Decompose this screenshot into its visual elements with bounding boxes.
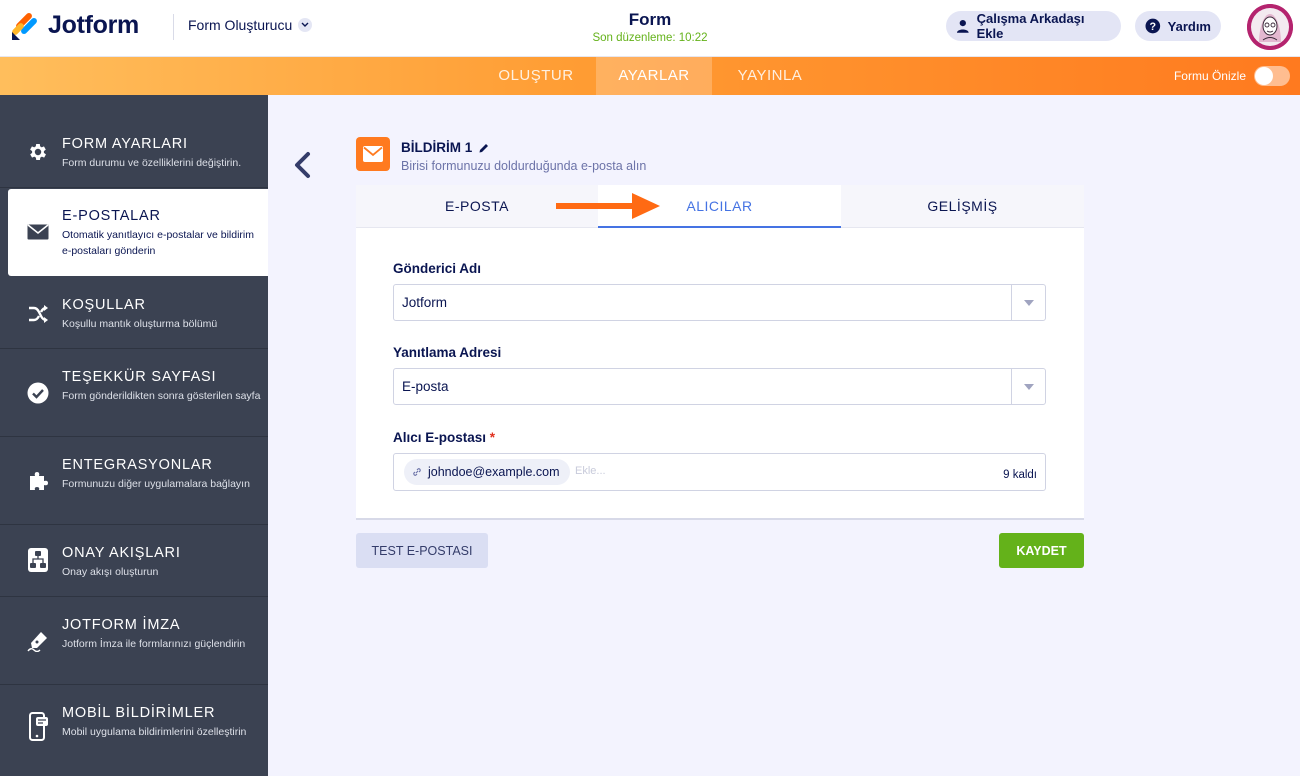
envelope-icon	[26, 220, 50, 244]
tab-advanced[interactable]: GELİŞMİŞ	[841, 185, 1084, 228]
sidebar-item-title: JOTFORM İMZA	[62, 617, 181, 633]
link-icon	[413, 468, 421, 476]
sidebar-item-title: ENTEGRASYONLAR	[62, 457, 213, 473]
shuffle-icon	[26, 302, 50, 326]
nav-tab-settings[interactable]: AYARLAR	[596, 57, 712, 95]
recipient-email-label: Alıcı E-postası *	[393, 430, 495, 445]
form-title: Form	[628, 10, 672, 29]
sidebar-item-title: MOBİL BİLDİRİMLER	[62, 705, 216, 721]
sidebar-item-desc: Form durumu ve özelliklerini değiştirin.	[62, 157, 242, 169]
add-collaborator-button[interactable]: Çalışma Arkadaşı Ekle	[946, 11, 1121, 41]
notification-title-text: BİLDİRİM 1	[401, 140, 473, 155]
sidebar-item-conditions[interactable]: KOŞULLAR Koşullu mantık oluşturma bölümü	[0, 276, 268, 349]
sidebar-item-desc: Onay akışı oluşturun	[62, 566, 159, 578]
notification-envelope-icon	[356, 137, 390, 171]
builder-navbar: OLUŞTUR AYARLAR YAYINLA Formu Önizle	[0, 57, 1300, 95]
back-button[interactable]	[290, 150, 314, 180]
recipient-email-tag-input[interactable]: johndoe@example.com Ekle... 9 kaldı	[393, 453, 1046, 491]
svg-text:?: ?	[1150, 21, 1157, 33]
email-tabs: E-POSTA ALICILAR GELİŞMİŞ	[356, 185, 1084, 228]
notification-title[interactable]: BİLDİRİM 1	[401, 140, 490, 155]
required-asterisk: *	[489, 430, 496, 445]
notification-subtitle: Birisi formunuzu doldurduğunda e-posta a…	[401, 159, 647, 173]
add-email-placeholder: Ekle...	[575, 465, 606, 477]
sidebar-item-mobile-notifications[interactable]: MOBİL BİLDİRİMLER Mobil uygulama bildiri…	[0, 685, 268, 776]
header-divider	[173, 14, 174, 40]
settings-sidebar: FORM AYARLARI Form durumu ve özellikleri…	[0, 95, 268, 776]
user-avatar[interactable]	[1247, 4, 1293, 50]
add-collaborator-label: Çalışma Arkadaşı Ekle	[976, 11, 1085, 41]
sidebar-item-title: ONAY AKIŞLARI	[62, 545, 181, 561]
top-header: Jotform Form Oluşturucu Form Son düzenle…	[0, 0, 1300, 57]
approval-flow-icon	[26, 548, 50, 572]
jotform-logo[interactable]: Jotform	[12, 11, 139, 40]
reply-to-value: E-posta	[402, 379, 449, 394]
sidebar-item-desc: Formunuzu diğer uygulamalara bağlayın	[62, 478, 250, 490]
sidebar-item-desc: Form gönderildikten sonra gösterilen say…	[62, 390, 261, 402]
sidebar-item-thank-you-page[interactable]: TEŞEKKÜR SAYFASI Form gönderildikten son…	[0, 349, 268, 437]
pencil-edit-icon[interactable]	[478, 142, 490, 154]
last-edit-time: Son düzenleme: 10:22	[592, 32, 708, 44]
sidebar-item-form-settings[interactable]: FORM AYARLARI Form durumu ve özellikleri…	[0, 95, 268, 188]
sidebar-item-title: E-POSTALAR	[62, 208, 161, 224]
sidebar-item-integrations[interactable]: ENTEGRASYONLAR Formunuzu diğer uygulamal…	[0, 437, 268, 525]
reply-to-select[interactable]: E-posta	[393, 368, 1046, 405]
signature-pen-icon	[26, 629, 50, 653]
sidebar-item-jotform-sign[interactable]: JOTFORM İMZA Jotform İmza ile formlarını…	[0, 597, 268, 685]
nav-tab-publish[interactable]: YAYINLA	[714, 57, 826, 95]
chevron-left-icon	[295, 152, 310, 178]
sidebar-item-title: KOŞULLAR	[62, 297, 146, 313]
sidebar-item-desc: Mobil uygulama bildirimlerini özelleştir…	[62, 726, 247, 738]
test-email-button[interactable]: TEST E-POSTASI	[356, 533, 488, 568]
recipient-email-tag-text: johndoe@example.com	[428, 465, 560, 479]
sender-name-select[interactable]: Jotform	[393, 284, 1046, 321]
check-circle-icon	[26, 381, 50, 405]
remaining-count: 9 kaldı	[1003, 469, 1037, 481]
nav-tab-build[interactable]: OLUŞTUR	[478, 57, 594, 95]
sidebar-item-desc: Otomatik yanıtlayıcı e-postalar ve bildi…	[62, 229, 254, 257]
builder-menu-dropdown[interactable]: Form Oluşturucu	[188, 17, 313, 33]
dropdown-arrow-icon	[1011, 285, 1045, 320]
question-circle-icon: ?	[1145, 18, 1161, 34]
save-button[interactable]: KAYDET	[999, 533, 1084, 568]
user-icon	[956, 19, 969, 33]
preview-form-control: Formu Önizle	[1174, 66, 1290, 86]
preview-form-label: Formu Önizle	[1173, 69, 1246, 83]
help-button[interactable]: ? Yardım	[1135, 11, 1221, 41]
gear-icon	[26, 140, 50, 164]
reply-to-label: Yanıtlama Adresi	[393, 345, 502, 360]
puzzle-icon	[26, 469, 50, 493]
recipient-email-label-text: Alıcı E-postası	[393, 430, 487, 445]
jotform-logo-icon	[12, 12, 37, 40]
dropdown-arrow-icon	[1011, 369, 1045, 404]
help-label: Yardım	[1167, 18, 1211, 34]
chevron-down-icon	[298, 18, 313, 32]
sidebar-item-emails[interactable]: E-POSTALAR Otomatik yanıtlayıcı e-postal…	[8, 189, 268, 276]
toggle-knob	[1255, 67, 1273, 85]
sidebar-item-desc: Koşullu mantık oluşturma bölümü	[62, 318, 218, 330]
logo-text: Jotform	[48, 11, 139, 39]
builder-menu-label: Form Oluşturucu	[188, 17, 293, 33]
form-title-block: Form Son düzenleme: 10:22	[550, 10, 750, 44]
mobile-notification-icon	[26, 712, 50, 741]
sidebar-item-approval-flows[interactable]: ONAY AKIŞLARI Onay akışı oluşturun	[0, 525, 268, 597]
sender-name-label: Gönderici Adı	[393, 261, 482, 276]
sidebar-item-title: FORM AYARLARI	[62, 136, 188, 152]
sidebar-item-desc: Jotform İmza ile formlarınızı güçlendiri…	[62, 638, 246, 650]
sidebar-item-title: TEŞEKKÜR SAYFASI	[62, 369, 217, 385]
email-settings-card: E-POSTA ALICILAR GELİŞMİŞ Gönderici Adı …	[356, 185, 1084, 520]
sender-name-value: Jotform	[402, 295, 448, 310]
annotation-arrow-icon	[556, 193, 660, 219]
preview-form-toggle[interactable]	[1254, 66, 1290, 86]
recipient-email-tag[interactable]: johndoe@example.com	[404, 459, 570, 485]
